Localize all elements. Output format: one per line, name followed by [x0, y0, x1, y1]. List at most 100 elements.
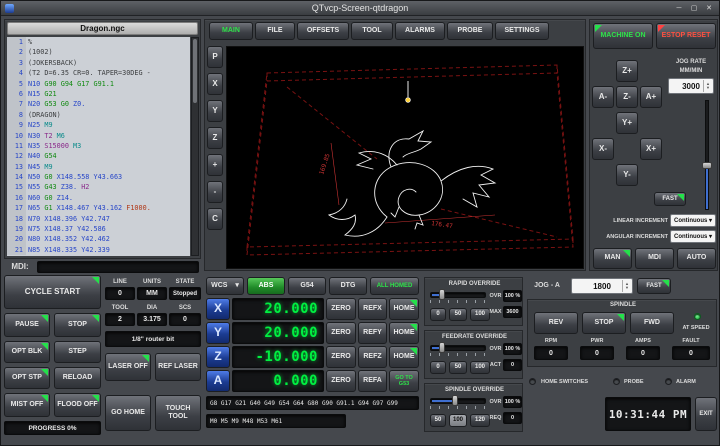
rapid-preset-50[interactable]: 50 — [449, 308, 467, 321]
step-button[interactable]: STEP — [54, 341, 101, 363]
laser-button[interactable]: LASER OFF — [105, 353, 151, 381]
close-icon[interactable]: ✕ — [702, 2, 716, 14]
view-y-button[interactable]: Y — [207, 100, 223, 122]
ref-a-button[interactable]: REFA — [358, 370, 387, 392]
tab-file[interactable]: FILE — [255, 22, 295, 40]
feedrate-preset-50[interactable]: 50 — [449, 361, 467, 374]
zoom-in-button[interactable]: + — [207, 154, 223, 176]
spindle-preset-100[interactable]: 100 — [449, 414, 467, 427]
wcs-select[interactable]: WCS ▾ — [206, 277, 244, 295]
rapid-preset-0[interactable]: 0 — [430, 308, 446, 321]
optional-stop-button[interactable]: OPT STP — [4, 367, 50, 389]
view-persp-button[interactable]: P — [207, 46, 223, 68]
ref-y-button[interactable]: REFY — [358, 322, 387, 344]
rapid-override-handle[interactable] — [439, 289, 445, 300]
tab-alarms[interactable]: ALARMS — [395, 22, 445, 40]
preview-canvas[interactable]: 169.85 176.47 — [226, 46, 584, 269]
zero-x-button[interactable]: ZERO — [326, 298, 356, 320]
jog-y-plus-button[interactable]: Y+ — [616, 112, 638, 134]
spindle-override-slider[interactable] — [430, 398, 486, 404]
jog-y-minus-button[interactable]: Y- — [616, 164, 638, 186]
axis-a-button[interactable]: A — [206, 370, 230, 392]
mist-button[interactable]: MIST OFF — [4, 393, 50, 417]
go-to-g53-button[interactable]: GO TO G53 — [389, 370, 419, 392]
angular-increment-select[interactable]: Continuous ▾ — [670, 230, 716, 243]
home-x-button[interactable]: HOME — [389, 298, 419, 320]
feedrate-preset-0[interactable]: 0 — [430, 361, 446, 374]
jog-fast-button[interactable]: FAST — [654, 192, 686, 206]
tab-probe[interactable]: PROBE — [447, 22, 493, 40]
jog-a-minus-button[interactable]: A- — [592, 86, 614, 108]
jog-z-plus-button[interactable]: Z+ — [616, 60, 638, 82]
spindle-preset-50[interactable]: 50 — [430, 414, 446, 427]
zero-a-button[interactable]: ZERO — [326, 370, 356, 392]
touch-tool-button[interactable]: TOUCH TOOL — [155, 395, 201, 431]
axis-z-button[interactable]: Z — [206, 346, 230, 368]
estop-reset-button[interactable]: ESTOP RESET — [656, 23, 716, 49]
axis-x-button[interactable]: X — [206, 298, 230, 320]
dro-dtg-button[interactable]: DTG — [329, 277, 367, 295]
zero-z-button[interactable]: ZERO — [326, 346, 356, 368]
machine-on-button[interactable]: MACHINE ON — [593, 23, 653, 49]
pause-button[interactable]: PAUSE — [4, 313, 50, 337]
gcode-scrollbar[interactable] — [191, 37, 199, 256]
jog-rate-slider[interactable] — [702, 100, 712, 210]
mode-auto-button[interactable]: AUTO — [677, 248, 716, 269]
tab-offsets[interactable]: OFFSETS — [297, 22, 349, 40]
titlebar[interactable]: QTvcp-Screen-qtdragon ─ ▢ ✕ — [1, 1, 719, 16]
axis-y-button[interactable]: Y — [206, 322, 230, 344]
spindle-override-handle[interactable] — [452, 395, 458, 406]
gcode-line-number: 20 — [7, 234, 26, 244]
gcode-editor[interactable]: 1 % 2 (1002) 3 (JOKERSBACK) 4 (T2 D=6.35… — [7, 37, 190, 256]
zoom-out-button[interactable]: - — [207, 181, 223, 203]
home-y-button[interactable]: HOME — [389, 322, 419, 344]
view-z-button[interactable]: Z — [207, 127, 223, 149]
dro-g54-button[interactable]: G54 — [288, 277, 326, 295]
go-home-button[interactable]: GO HOME — [105, 395, 151, 431]
cycle-start-button[interactable]: CYCLE START — [4, 275, 101, 309]
tool-description: 1/8" router bit — [105, 331, 201, 347]
jog-x-minus-button[interactable]: X- — [592, 138, 614, 160]
mode-man-button[interactable]: MAN — [593, 248, 632, 269]
spindle-stop-button[interactable]: STOP — [582, 312, 626, 334]
flood-button[interactable]: FLOOD OFF — [54, 393, 101, 417]
exit-button[interactable]: EXIT — [695, 397, 717, 431]
mdi-input[interactable] — [37, 261, 199, 273]
linear-increment-select[interactable]: Continuous ▾ — [670, 214, 716, 227]
jog-rate-spinbox[interactable]: 3000 ▲ ▼ — [668, 78, 714, 94]
ref-x-button[interactable]: REFX — [358, 298, 387, 320]
tab-settings[interactable]: SETTINGS — [495, 22, 549, 40]
spindle-rev-button[interactable]: REV — [534, 312, 578, 334]
feedrate-override-handle[interactable] — [439, 342, 445, 353]
stop-button[interactable]: STOP — [54, 313, 101, 337]
gcode-scrollbar-thumb[interactable] — [193, 39, 197, 103]
ref-laser-button[interactable]: REF LASER — [155, 353, 201, 381]
spindle-preset-120[interactable]: 120 — [470, 414, 490, 427]
mode-mdi-button[interactable]: MDI — [635, 248, 674, 269]
linear-increment-value: Continuous — [674, 218, 707, 224]
tab-main[interactable]: MAIN — [209, 22, 253, 40]
home-z-button[interactable]: HOME — [389, 346, 419, 368]
jog-x-plus-button[interactable]: X+ — [640, 138, 662, 160]
maximize-icon[interactable]: ▢ — [687, 2, 701, 14]
dro-abs-button[interactable]: ABS — [247, 277, 285, 295]
jog-rate-slider-handle[interactable] — [702, 162, 712, 169]
ref-z-button[interactable]: REFZ — [358, 346, 387, 368]
jog-a-fast-button[interactable]: FAST — [637, 278, 671, 294]
spin-down-icon[interactable]: ▼ — [706, 86, 710, 90]
feedrate-ovr-label: OVR — [489, 345, 502, 354]
rapid-preset-100[interactable]: 100 — [470, 308, 490, 321]
reload-button[interactable]: RELOAD — [54, 367, 101, 389]
minimize-icon[interactable]: ─ — [672, 2, 686, 14]
zero-y-button[interactable]: ZERO — [326, 322, 356, 344]
feedrate-preset-100[interactable]: 100 — [470, 361, 490, 374]
spin-down-icon[interactable]: ▼ — [625, 286, 629, 290]
jog-a-plus-button[interactable]: A+ — [640, 86, 662, 108]
clear-view-button[interactable]: C — [207, 208, 223, 230]
optional-block-button[interactable]: OPT BLK — [4, 341, 50, 363]
jog-a-spinbox[interactable]: 1800 ▲ ▼ — [571, 278, 633, 294]
spindle-fwd-button[interactable]: FWD — [630, 312, 674, 334]
tab-tool[interactable]: TOOL — [351, 22, 393, 40]
view-x-button[interactable]: X — [207, 73, 223, 95]
jog-z-minus-button[interactable]: Z- — [616, 86, 638, 108]
